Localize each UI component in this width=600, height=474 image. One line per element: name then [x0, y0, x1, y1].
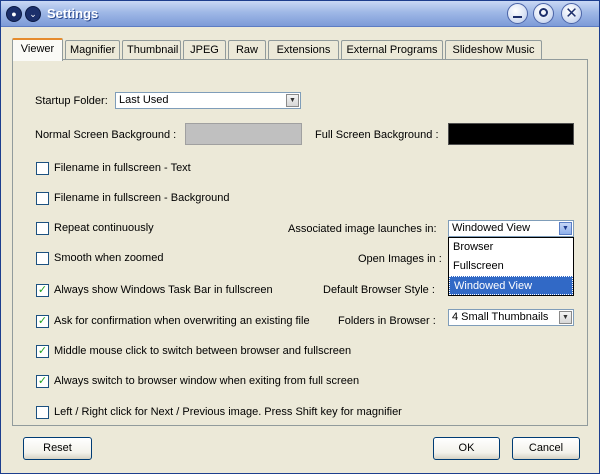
settings-window: ● ⌄ Settings ✕ Viewer Magnifier Thumbnai… [0, 0, 600, 474]
tab-jpeg[interactable]: JPEG [183, 40, 226, 60]
chevron-down-icon[interactable]: ▼ [559, 222, 572, 235]
chevron-down-icon[interactable]: ▼ [286, 94, 299, 107]
dropdown-option-windowed-view[interactable]: Windowed View [449, 276, 573, 295]
close-button[interactable]: ✕ [561, 3, 582, 24]
checkbox-filename-text-label: Filename in fullscreen - Text [54, 162, 191, 174]
checkbox-confirm-overwrite-label: Ask for confirmation when overwriting an… [54, 315, 310, 327]
associated-launch-value: Windowed View [452, 222, 531, 234]
title-bar[interactable]: ● ⌄ Settings ✕ [1, 1, 599, 27]
chevron-down-icon[interactable]: ⌄ [25, 6, 41, 22]
checkbox-smooth-zoom-label: Smooth when zoomed [54, 252, 164, 264]
folders-in-browser-label: Folders in Browser : [338, 315, 436, 327]
normal-bg-swatch[interactable] [185, 123, 302, 145]
viewer-panel: Startup Folder: Last Used ▼ Normal Scree… [12, 59, 588, 426]
checkbox-filename-background[interactable] [36, 192, 49, 205]
startup-folder-value: Last Used [119, 94, 169, 106]
checkbox-repeat-continuously-label: Repeat continuously [54, 222, 154, 234]
checkbox-filename-background-label: Filename in fullscreen - Background [54, 192, 230, 204]
full-bg-label: Full Screen Background : [315, 129, 439, 141]
folders-in-browser-select[interactable]: 4 Small Thumbnails ▼ [448, 309, 574, 326]
tab-extensions[interactable]: Extensions [268, 40, 339, 60]
maximize-icon [539, 8, 548, 17]
associated-launch-label: Associated image launches in: [288, 223, 437, 235]
tab-thumbnail[interactable]: Thumbnail [122, 40, 181, 60]
close-icon: ✕ [565, 5, 578, 22]
ok-button[interactable]: OK [433, 437, 500, 460]
checkbox-confirm-overwrite[interactable]: ✓ [36, 315, 49, 328]
reset-button[interactable]: Reset [23, 437, 92, 460]
tab-external-programs[interactable]: External Programs [341, 40, 443, 60]
tab-viewer[interactable]: Viewer [12, 38, 63, 61]
startup-folder-label: Startup Folder: [35, 95, 108, 107]
associated-launch-select[interactable]: Windowed View ▼ [448, 220, 574, 237]
checkbox-taskbar-fullscreen-label: Always show Windows Task Bar in fullscre… [54, 284, 273, 296]
tab-magnifier[interactable]: Magnifier [65, 40, 120, 60]
minimize-icon [513, 16, 522, 18]
folders-in-browser-value: 4 Small Thumbnails [452, 311, 549, 323]
maximize-button[interactable] [533, 3, 554, 24]
checkbox-filename-text[interactable] [36, 162, 49, 175]
chevron-down-icon[interactable]: ▼ [559, 311, 572, 324]
dropdown-option-fullscreen[interactable]: Fullscreen [449, 257, 573, 276]
full-bg-swatch[interactable] [448, 123, 574, 145]
checkbox-repeat-continuously[interactable] [36, 222, 49, 235]
checkbox-middle-click[interactable]: ✓ [36, 345, 49, 358]
default-browser-style-label: Default Browser Style : [323, 284, 435, 296]
tab-raw[interactable]: Raw [228, 40, 266, 60]
checkbox-switch-browser[interactable]: ✓ [36, 375, 49, 388]
tab-slideshow-music[interactable]: Slideshow Music [445, 40, 542, 60]
minimize-button[interactable] [507, 3, 528, 24]
startup-folder-select[interactable]: Last Used ▼ [115, 92, 301, 109]
checkbox-taskbar-fullscreen[interactable]: ✓ [36, 284, 49, 297]
open-images-label: Open Images in : [358, 253, 442, 265]
checkbox-left-right-click[interactable] [36, 406, 49, 419]
checkbox-smooth-zoom[interactable] [36, 252, 49, 265]
dropdown-option-browser[interactable]: Browser [449, 238, 573, 257]
window-title: Settings [47, 6, 99, 21]
checkbox-middle-click-label: Middle mouse click to switch between bro… [54, 345, 352, 357]
normal-bg-label: Normal Screen Background : [35, 129, 177, 141]
cancel-button[interactable]: Cancel [512, 437, 580, 460]
checkbox-left-right-click-label: Left / Right click for Next / Previous i… [54, 406, 402, 418]
associated-launch-dropdown: Browser Fullscreen Windowed View [448, 237, 574, 296]
app-icon[interactable]: ● [6, 6, 22, 22]
checkbox-switch-browser-label: Always switch to browser window when exi… [54, 375, 360, 387]
